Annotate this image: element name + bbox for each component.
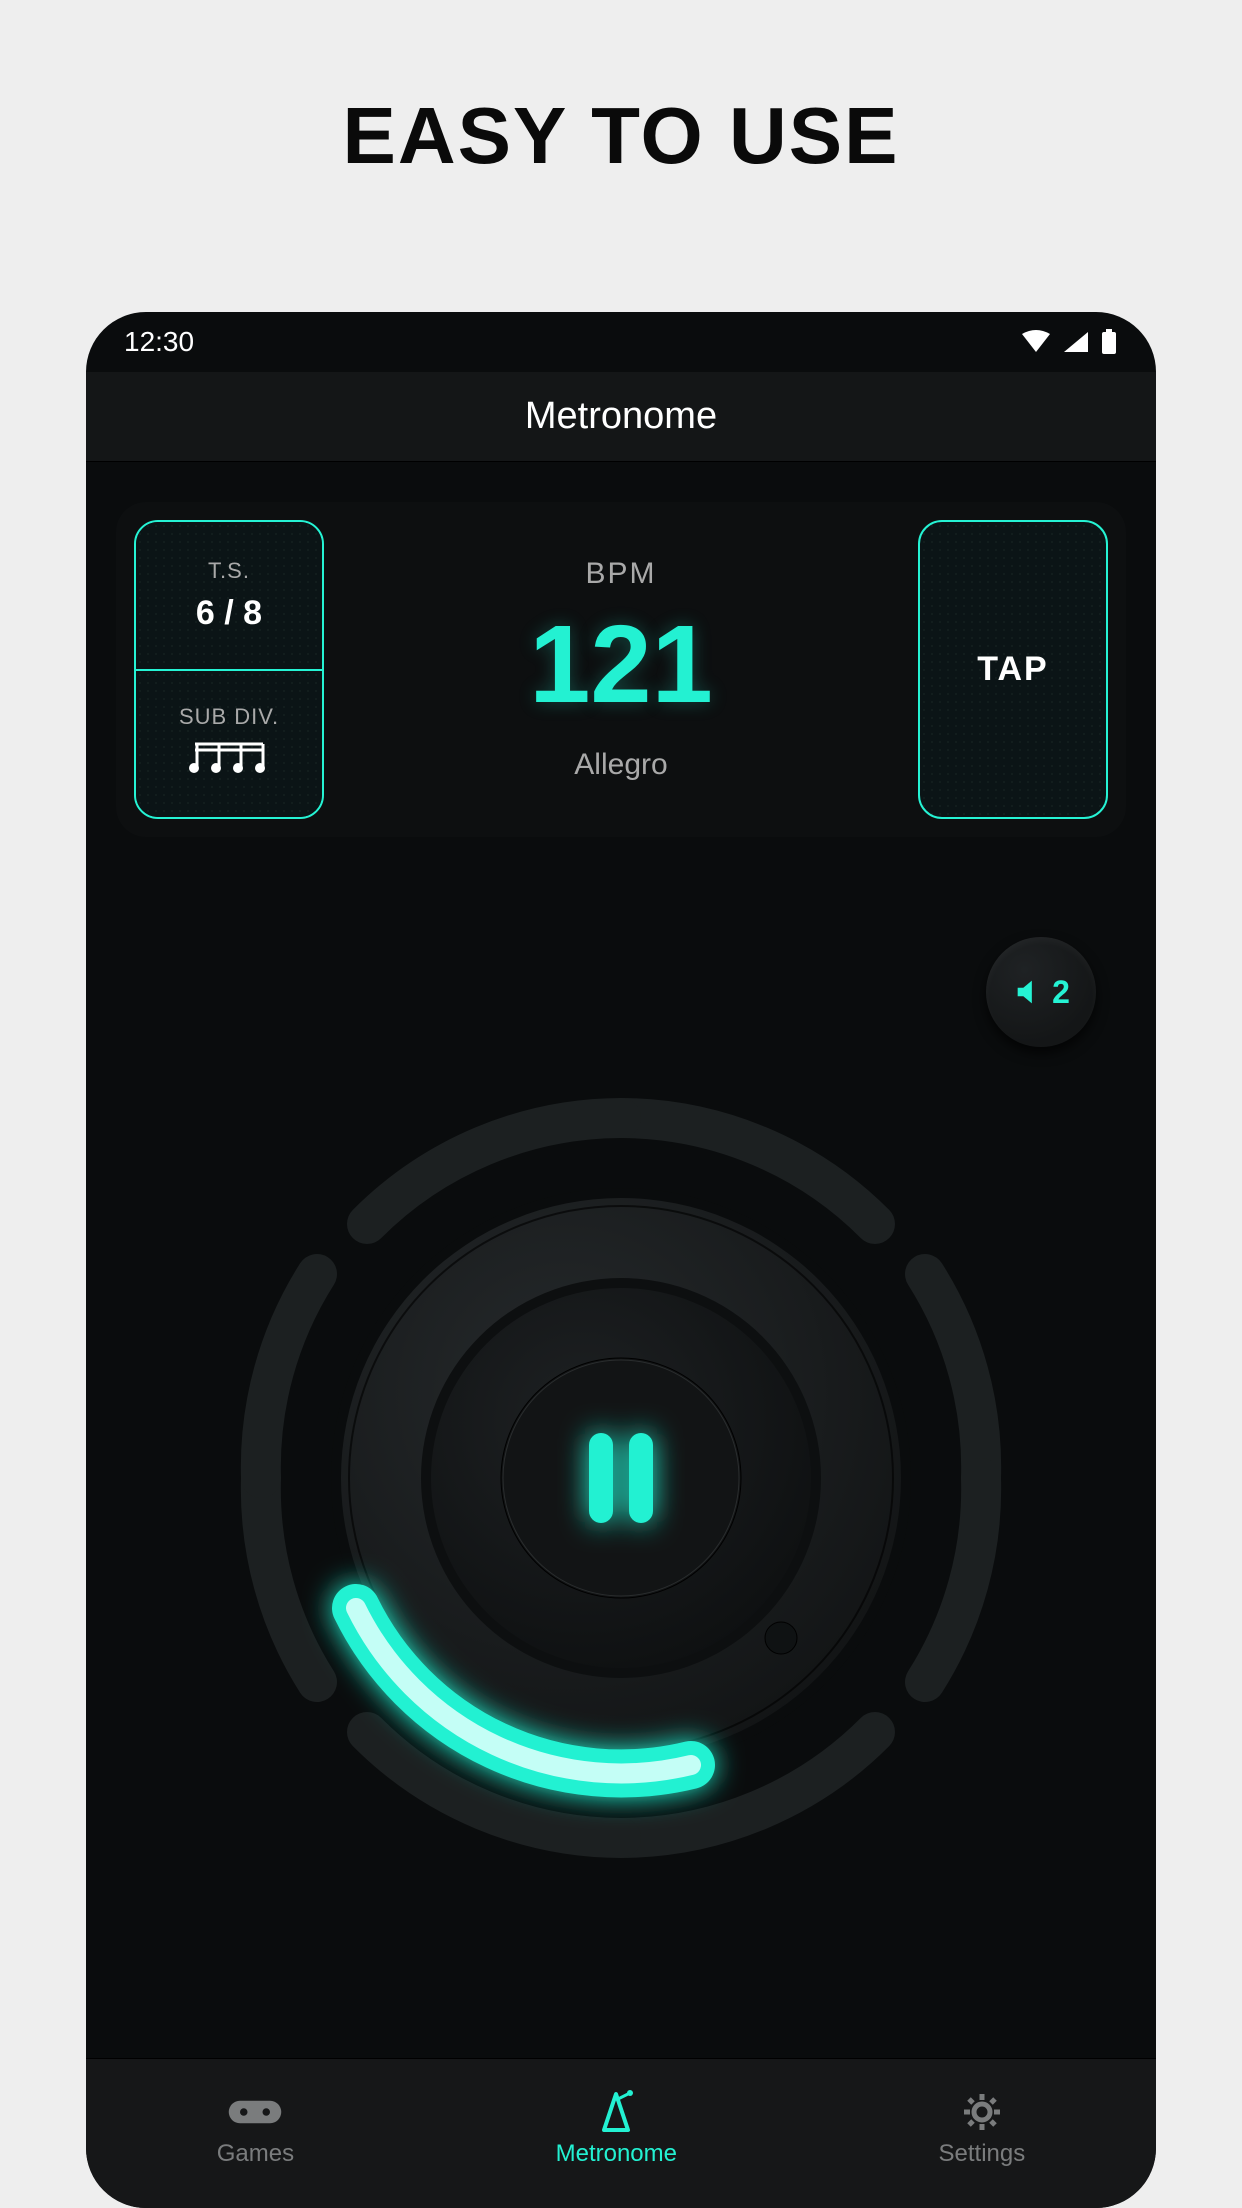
speaker-icon [1012,975,1046,1009]
gear-icon [952,2090,1012,2134]
nav-settings[interactable]: Settings [939,2090,1026,2168]
play-pause-button[interactable] [501,1358,741,1598]
bpm-value: 121 [529,601,713,728]
nav-settings-label: Settings [939,2140,1026,2168]
phone-frame: 12:30 Metronome T.S. 6 / 8 SUB DIV. [86,312,1156,2208]
subdivision-button[interactable]: SUB DIV. [136,671,322,818]
time-signature-button[interactable]: T.S. 6 / 8 [136,522,322,671]
status-time: 12:30 [124,326,194,358]
bpm-label: BPM [585,557,656,591]
nav-games[interactable]: Games [217,2090,294,2168]
sound-button[interactable]: 2 [986,937,1096,1047]
nav-metronome-label: Metronome [556,2140,677,2168]
dial-area: 2 [86,897,1156,2058]
sixteenth-notes-icon [189,740,269,783]
sound-value: 2 [1052,974,1070,1011]
bpm-card: T.S. 6 / 8 SUB DIV. [116,502,1126,837]
metronome-icon [586,2090,646,2134]
wifi-icon [1020,330,1052,354]
ts-subdiv-stack: T.S. 6 / 8 SUB DIV. [134,520,324,819]
tap-label: TAP [977,650,1048,689]
gamepad-icon [225,2090,285,2134]
page-title: Metronome [525,395,717,438]
bottom-nav: Games Metronome Settings [86,2058,1156,2208]
tempo-dial[interactable] [211,1068,1031,1888]
tap-button[interactable]: TAP [918,520,1108,819]
nav-metronome[interactable]: Metronome [556,2090,677,2168]
status-icons [1020,329,1118,355]
battery-icon [1100,329,1118,355]
cellular-icon [1062,330,1090,354]
status-bar: 12:30 [86,312,1156,372]
ts-value: 6 / 8 [196,594,262,633]
nav-games-label: Games [217,2140,294,2168]
promo-title: EASY TO USE [343,90,900,182]
tempo-name: Allegro [574,748,667,782]
ts-label: T.S. [208,558,250,584]
subdiv-label: SUB DIV. [179,704,279,730]
bpm-display[interactable]: BPM 121 Allegro [342,520,900,819]
app-header: Metronome [86,372,1156,462]
